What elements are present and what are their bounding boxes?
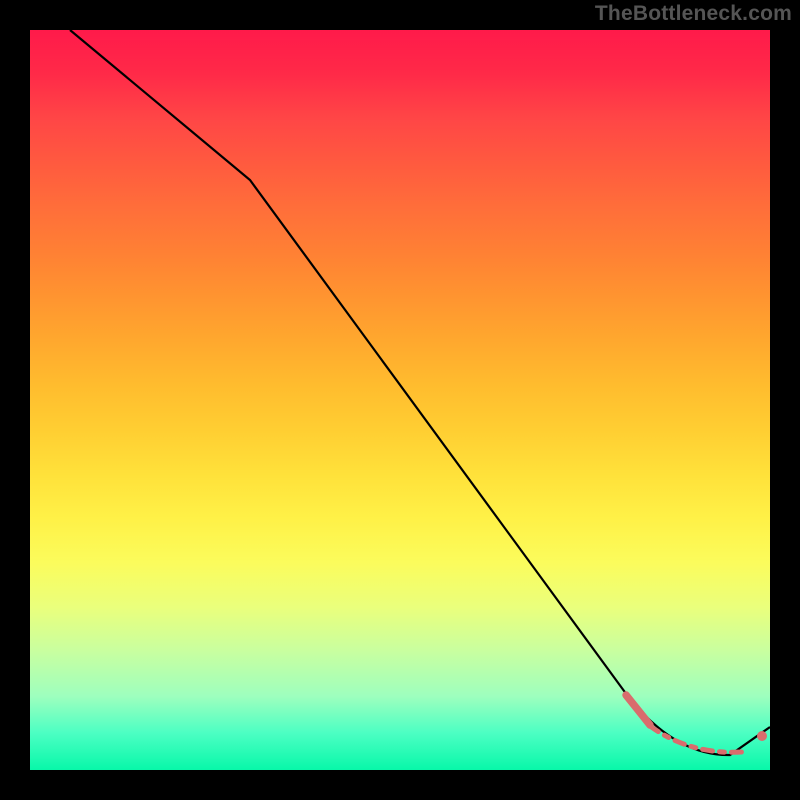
plot-area xyxy=(30,30,770,770)
chart-svg xyxy=(30,30,770,770)
optimal-range-line xyxy=(650,726,742,752)
optimal-range-lead xyxy=(626,695,650,725)
chart-frame: TheBottleneck.com xyxy=(0,0,800,800)
watermark-text: TheBottleneck.com xyxy=(595,2,792,26)
bottleneck-curve xyxy=(70,30,770,755)
optimal-end-dot xyxy=(757,731,767,741)
